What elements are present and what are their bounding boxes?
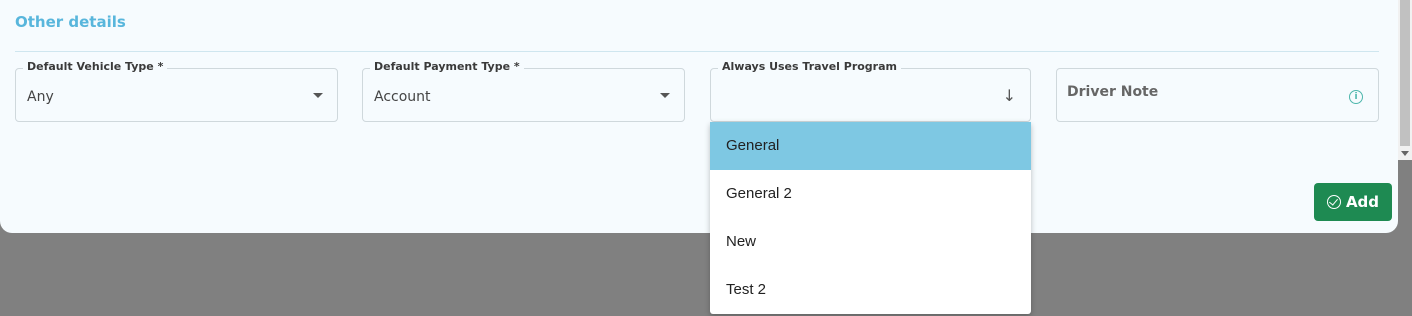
chevron-down-icon[interactable] xyxy=(313,93,323,98)
add-button-label: Add xyxy=(1345,193,1380,211)
payment-type-select[interactable]: Default Payment Type * Account xyxy=(362,60,685,122)
check-circle-icon xyxy=(1326,195,1341,209)
vehicle-type-select[interactable]: Default Vehicle Type * Any xyxy=(15,60,338,122)
info-icon[interactable]: i xyxy=(1349,90,1363,104)
vertical-scrollbar[interactable] xyxy=(1398,0,1412,160)
travel-program-select[interactable]: Always Uses Travel Program ↓ xyxy=(710,60,1031,122)
other-details-panel: Other details Default Vehicle Type * Any… xyxy=(0,0,1398,233)
payment-type-value: Account xyxy=(374,89,431,105)
driver-note-placeholder: Driver Note xyxy=(1067,84,1159,100)
chevron-down-icon[interactable] xyxy=(660,93,670,98)
travel-program-dropdown: General General 2 New Test 2 xyxy=(710,122,1031,314)
payment-type-label: Default Payment Type * xyxy=(370,60,524,73)
arrow-down-icon[interactable]: ↓ xyxy=(1003,86,1016,106)
driver-note-field[interactable]: Driver Note i xyxy=(1056,68,1379,122)
section-divider xyxy=(15,51,1379,52)
scrollbar-thumb[interactable] xyxy=(1400,0,1410,146)
dropdown-option-general-2[interactable]: General 2 xyxy=(710,170,1031,218)
dropdown-option-new[interactable]: New xyxy=(710,218,1031,266)
dropdown-option-test-2[interactable]: Test 2 xyxy=(710,266,1031,314)
vehicle-type-value: Any xyxy=(27,89,54,105)
dropdown-option-general[interactable]: General xyxy=(710,122,1031,170)
add-button[interactable]: Add xyxy=(1314,183,1392,221)
travel-program-label: Always Uses Travel Program xyxy=(718,60,901,73)
vehicle-type-label: Default Vehicle Type * xyxy=(23,60,168,73)
scroll-down-icon[interactable] xyxy=(1401,151,1409,156)
section-title: Other details xyxy=(15,13,126,31)
